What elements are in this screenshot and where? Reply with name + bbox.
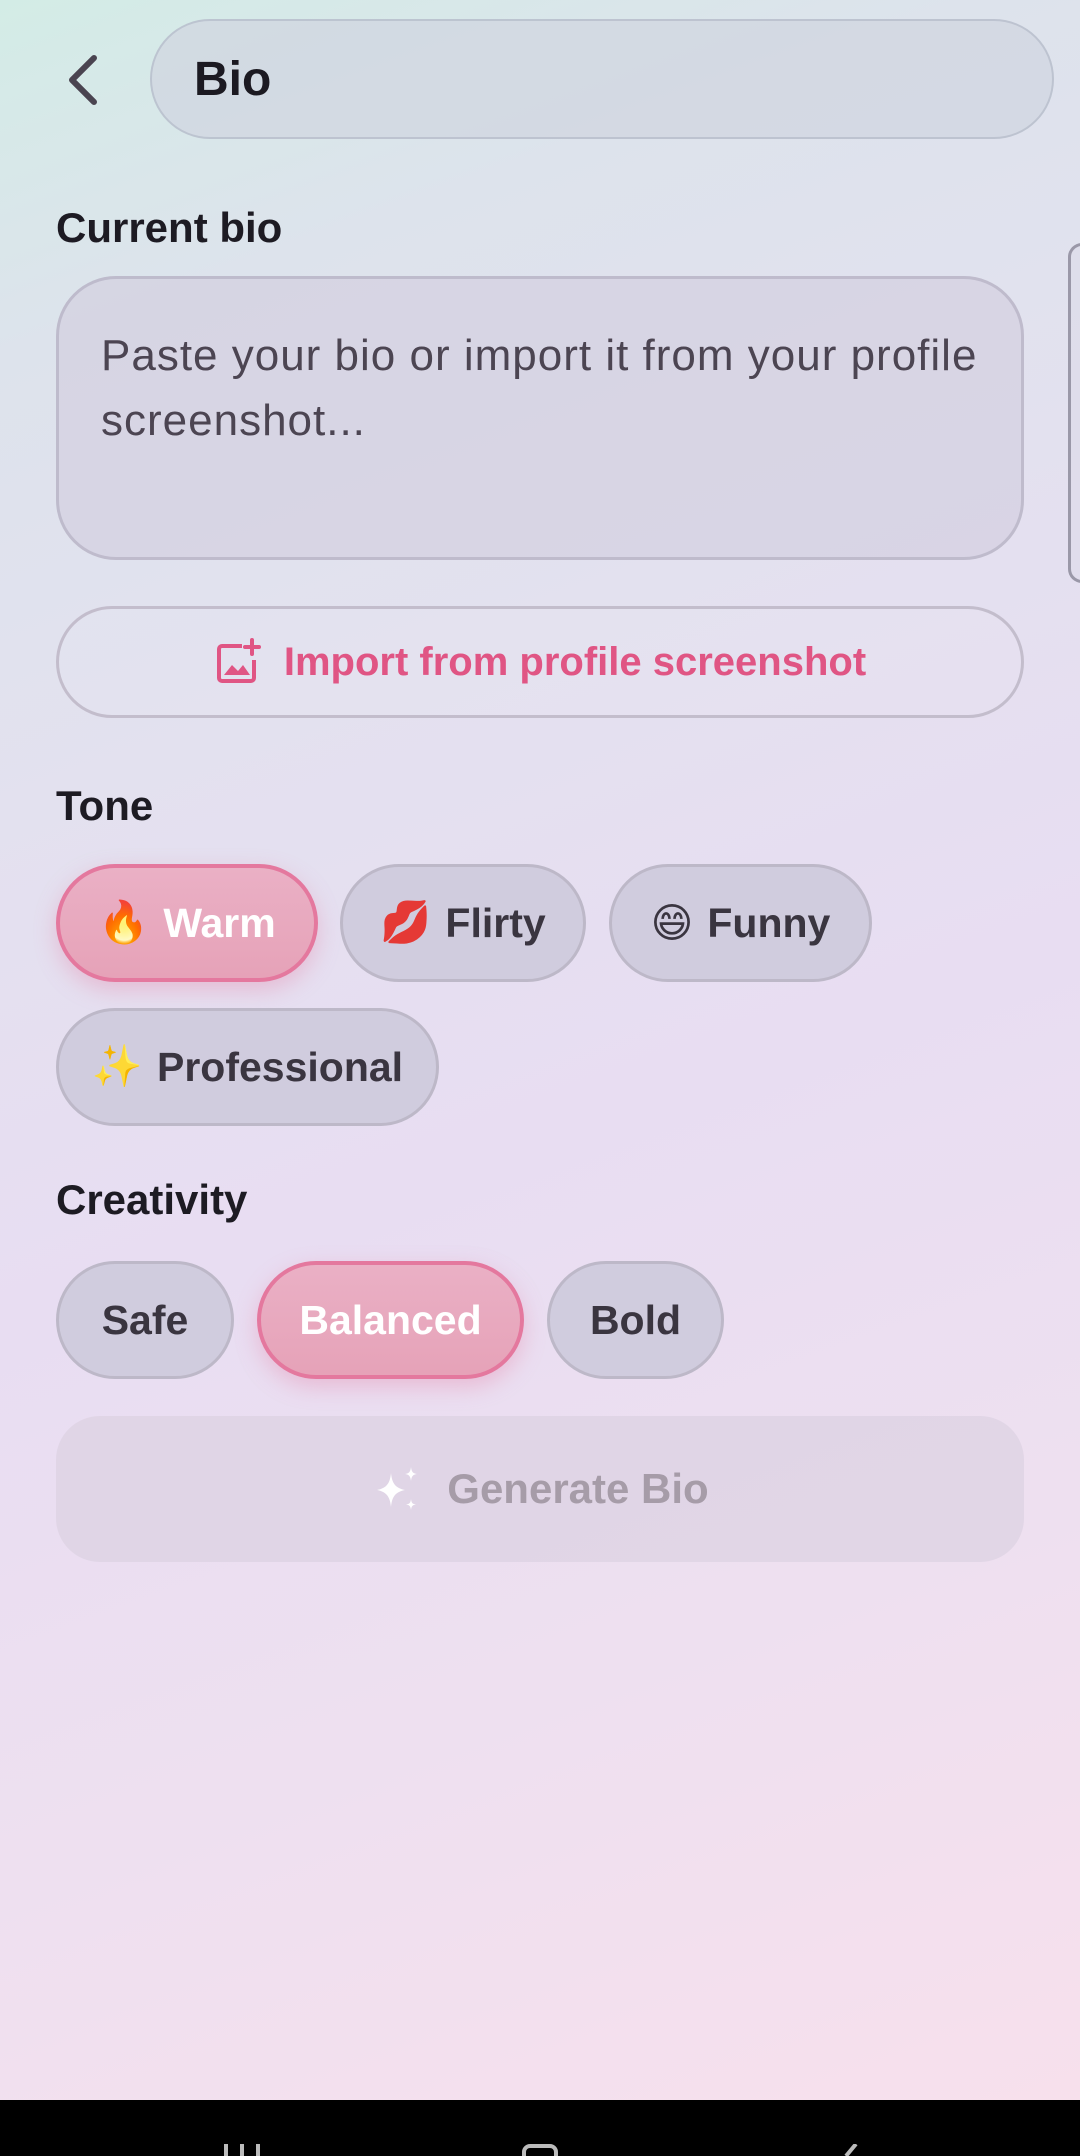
- generate-bio-button[interactable]: Generate Bio: [56, 1416, 1024, 1562]
- lips-icon: 💋: [380, 899, 432, 945]
- current-bio-label: Current bio: [56, 204, 283, 251]
- generate-bio-label: Generate Bio: [447, 1465, 709, 1512]
- bio-screen: Bio Current bio Paste your bio or import…: [0, 0, 1080, 2156]
- import-screenshot-button[interactable]: Import from profile screenshot: [56, 606, 1024, 718]
- grinning-face-icon: 😄: [650, 900, 694, 946]
- tone-chip-label: Professional: [156, 1043, 404, 1090]
- bio-input-placeholder: Paste your bio or import it from your pr…: [101, 331, 978, 445]
- add-photo-icon: [216, 638, 261, 683]
- page-title: Bio: [194, 52, 272, 106]
- creativity-chip-label: Balanced: [299, 1296, 482, 1343]
- home-icon[interactable]: [520, 2144, 560, 2156]
- side-panel-handle[interactable]: [1068, 243, 1080, 583]
- creativity-chip-safe[interactable]: Safe: [56, 1261, 234, 1379]
- back-arrow-icon: [69, 55, 97, 105]
- tone-chip-label: Flirty: [445, 899, 546, 946]
- nav-back-icon[interactable]: [838, 2144, 862, 2156]
- fire-icon: 🔥: [98, 899, 150, 945]
- tone-label: Tone: [56, 782, 154, 829]
- creativity-chip-label: Safe: [101, 1296, 189, 1343]
- system-navigation-bar: [0, 2100, 1080, 2156]
- creativity-chip-label: Bold: [589, 1296, 682, 1343]
- bio-input[interactable]: Paste your bio or import it from your pr…: [56, 276, 1024, 560]
- creativity-label: Creativity: [56, 1176, 248, 1223]
- creativity-chip-balanced[interactable]: Balanced: [257, 1261, 524, 1379]
- sparkles-emoji-icon: ✨: [91, 1043, 143, 1089]
- tone-chip-label: Warm: [163, 899, 276, 946]
- recent-apps-icon[interactable]: [222, 2144, 262, 2156]
- tone-chip-warm[interactable]: 🔥 Warm: [56, 864, 318, 982]
- title-bar: Bio: [150, 19, 1054, 139]
- tone-chip-funny[interactable]: 😄 Funny: [609, 864, 872, 982]
- tone-chip-label: Funny: [707, 899, 831, 946]
- sparkles-icon: [377, 1467, 418, 1510]
- tone-chip-professional[interactable]: ✨ Professional: [56, 1008, 439, 1126]
- import-screenshot-label: Import from profile screenshot: [283, 639, 867, 684]
- tone-chip-flirty[interactable]: 💋 Flirty: [340, 864, 586, 982]
- back-button[interactable]: [44, 40, 120, 120]
- creativity-chip-bold[interactable]: Bold: [547, 1261, 724, 1379]
